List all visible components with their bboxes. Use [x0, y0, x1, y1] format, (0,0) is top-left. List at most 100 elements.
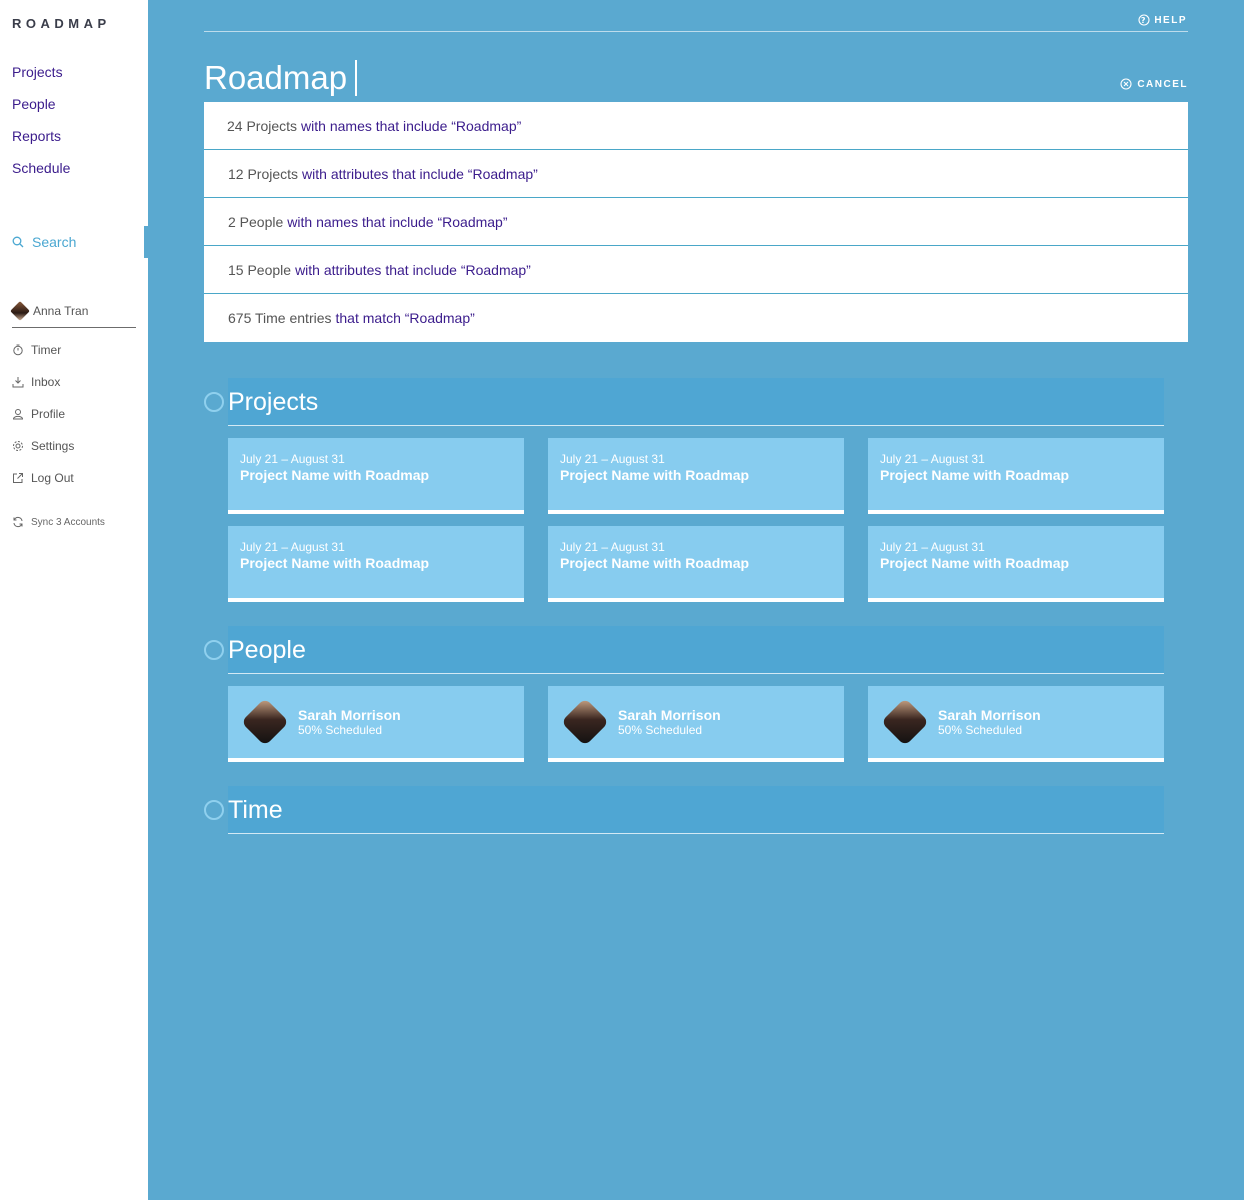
person-name: Sarah Morrison	[298, 707, 401, 723]
suggestion-count: 675 Time entries	[228, 310, 332, 326]
menu-item-logout[interactable]: Log Out	[12, 462, 74, 494]
menu-item-label: Inbox	[31, 375, 61, 389]
person-avatar	[240, 697, 290, 747]
people-grid: Sarah Morrison 50% Scheduled Sarah Morris…	[228, 686, 1164, 762]
section-band	[228, 378, 1164, 426]
section-header: Time	[204, 786, 1164, 834]
suggestion-item[interactable]: 675 Time entries that match “Roadmap”	[204, 294, 1188, 342]
menu-item-settings[interactable]: Settings	[12, 430, 74, 462]
search-nav-item[interactable]: Search	[0, 226, 148, 258]
help-button[interactable]: ? HELP	[1138, 14, 1187, 26]
project-dates: July 21 – August 31	[240, 540, 345, 554]
project-name: Project Name with Roadmap	[560, 467, 750, 483]
search-icon	[12, 236, 24, 248]
suggestion-desc: with names that include “Roadmap”	[287, 213, 508, 230]
person-status: 50% Scheduled	[938, 723, 1023, 737]
project-name: Project Name with Roadmap	[880, 555, 1070, 571]
person-avatar	[560, 697, 610, 747]
project-card[interactable]: July 21 – August 31 Project Name with Roa…	[548, 526, 844, 602]
person-name: Sarah Morrison	[618, 707, 721, 723]
project-card[interactable]: July 21 – August 31 Project Name with Roa…	[868, 526, 1164, 602]
suggestion-item[interactable]: 24 Projects with names that include “Road…	[204, 102, 1188, 150]
section-header: People	[204, 626, 1164, 674]
project-name: Project Name with Roadmap	[240, 555, 430, 571]
section-band	[228, 786, 1164, 834]
search-label: Search	[32, 234, 77, 250]
profile-icon	[12, 409, 24, 420]
project-dates: July 21 – August 31	[240, 452, 345, 466]
sync-accounts[interactable]: Sync 3 Accounts	[12, 516, 105, 528]
main-nav: Projects People Reports Schedule	[12, 62, 70, 190]
cancel-button[interactable]: CANCEL	[1120, 78, 1188, 90]
suggestion-count: 2 People	[228, 213, 284, 230]
person-status: 50% Scheduled	[298, 723, 383, 737]
menu-item-profile[interactable]: Profile	[12, 398, 74, 430]
suggestion-desc: with attributes that include “Roadmap”	[295, 261, 531, 278]
projects-section: Projects July 21 – August 31 Project Name…	[204, 378, 1164, 602]
inbox-icon	[12, 377, 24, 388]
circle-icon	[204, 800, 224, 820]
svg-text:?: ?	[1141, 16, 1147, 25]
cancel-label: CANCEL	[1137, 78, 1188, 90]
nav-item-people[interactable]: People	[12, 94, 70, 126]
menu-item-timer[interactable]: Timer	[12, 334, 74, 366]
section-divider	[228, 673, 1164, 674]
project-card[interactable]: July 21 – August 31 Project Name with Roa…	[228, 438, 524, 514]
project-card[interactable]: July 21 – August 31 Project Name with Roa…	[548, 438, 844, 514]
user-name: Anna Tran	[33, 303, 89, 318]
circle-icon	[204, 392, 224, 412]
project-name: Project Name with Roadmap	[560, 555, 750, 571]
person-name: Sarah Morrison	[938, 707, 1041, 723]
close-circle-icon	[1120, 78, 1132, 90]
suggestion-item[interactable]: 15 People with attributes that include “R…	[204, 246, 1188, 294]
search-suggestions: 24 Projects with names that include “Road…	[204, 102, 1188, 342]
suggestion-count: 12 Projects	[228, 165, 299, 182]
section-title: Projects	[228, 387, 319, 416]
user-account[interactable]: Anna Tran	[10, 300, 136, 328]
person-avatar	[880, 697, 930, 747]
nav-item-schedule[interactable]: Schedule	[12, 158, 70, 190]
project-name: Project Name with Roadmap	[240, 467, 430, 483]
timer-icon	[13, 344, 23, 356]
person-card[interactable]: Sarah Morrison 50% Scheduled	[868, 686, 1164, 762]
menu-item-label: Profile	[31, 407, 66, 421]
nav-item-reports[interactable]: Reports	[12, 126, 70, 158]
account-menu: Timer Inbox Profile Settings Log Out	[12, 334, 74, 494]
settings-icon	[13, 441, 23, 451]
sidebar: ROADMAP Projects People Reports Schedule…	[0, 0, 148, 1200]
person-card[interactable]: Sarah Morrison 50% Scheduled	[548, 686, 844, 762]
section-header: Projects	[204, 378, 1164, 426]
section-title: Time	[228, 795, 283, 824]
project-dates: July 21 – August 31	[880, 540, 985, 554]
menu-item-inbox[interactable]: Inbox	[12, 366, 74, 398]
project-dates: July 21 – August 31	[880, 452, 985, 466]
person-status: 50% Scheduled	[618, 723, 703, 737]
project-grid: July 21 – August 31 Project Name with Roa…	[228, 438, 1164, 602]
help-label: HELP	[1154, 14, 1187, 26]
people-section: People Sarah Morrison 50% Scheduled Sarah…	[204, 626, 1164, 762]
suggestion-desc: with names that include “Roadmap”	[301, 117, 522, 134]
section-title: People	[228, 635, 306, 664]
app-logo[interactable]: ROADMAP	[12, 16, 111, 31]
suggestion-desc: with attributes that include “Roadmap”	[302, 165, 538, 182]
project-dates: July 21 – August 31	[560, 452, 665, 466]
active-indicator	[144, 226, 148, 258]
menu-item-label: Log Out	[31, 471, 74, 485]
person-card[interactable]: Sarah Morrison 50% Scheduled	[228, 686, 524, 762]
section-divider	[228, 833, 1164, 834]
menu-item-label: Settings	[31, 439, 75, 453]
time-section: Time	[204, 786, 1164, 834]
text-caret	[355, 60, 358, 96]
suggestion-item[interactable]: 2 People with names that include “Roadmap…	[204, 198, 1188, 246]
suggestion-desc: that match “Roadmap”	[335, 310, 475, 326]
project-name: Project Name with Roadmap	[880, 467, 1070, 483]
nav-item-projects[interactable]: Projects	[12, 62, 70, 94]
search-query-input[interactable]: Roadmap	[204, 56, 358, 100]
section-band	[228, 626, 1164, 674]
suggestion-item[interactable]: 12 Projects with attributes that include …	[204, 150, 1188, 198]
project-card[interactable]: July 21 – August 31 Project Name with Roa…	[228, 526, 524, 602]
project-card[interactable]: July 21 – August 31 Project Name with Roa…	[868, 438, 1164, 514]
logout-icon	[13, 473, 23, 483]
sync-label: Sync 3 Accounts	[31, 516, 105, 528]
suggestion-count: 15 People	[228, 261, 292, 278]
